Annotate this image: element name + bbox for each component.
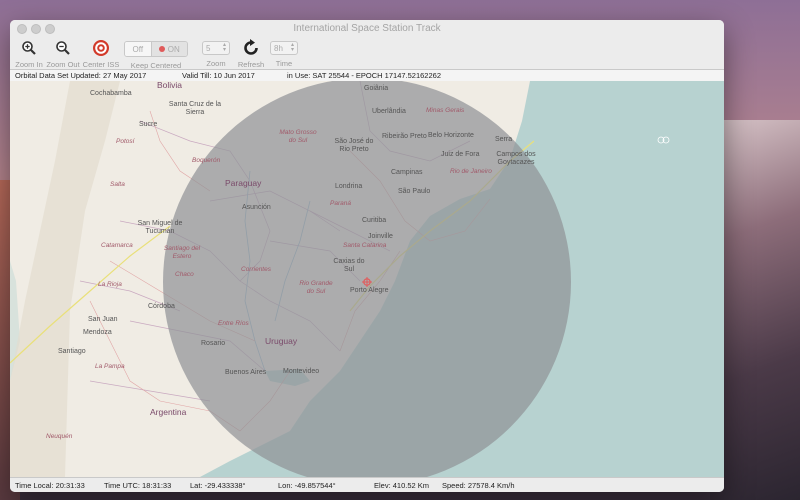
keep-centered-off[interactable]: Off <box>125 42 151 56</box>
target-icon <box>93 40 109 56</box>
city-label: Campos dos Goytacazes <box>496 151 536 166</box>
valid-till: Valid Till: 10 Jun 2017 <box>182 71 255 80</box>
city-label: Serra <box>495 136 513 143</box>
city-label: Curitiba <box>362 217 387 224</box>
zoom-label: Zoom <box>206 59 226 68</box>
keep-centered-control: Off ON Keep Centered <box>124 38 188 70</box>
country-label: Argentina <box>150 407 187 417</box>
region-label: Entre Ríos <box>218 320 249 327</box>
map-view[interactable]: Bolivia Paraguay Uruguay Argentina Cocha… <box>10 81 724 477</box>
city-label: Montevideo <box>283 368 320 375</box>
region-label: La Pampa <box>95 363 125 370</box>
city-label: Sucre <box>139 121 158 128</box>
city-label: Córdoba <box>148 303 175 310</box>
window-title: International Space Station Track <box>293 23 441 34</box>
country-label: Bolivia <box>157 81 183 90</box>
city-label: Santiago <box>58 348 86 355</box>
city-label: Londrina <box>335 183 363 190</box>
stepper-arrows-icon: ▴ ▾ <box>290 42 294 53</box>
zoom-in-icon <box>22 41 36 55</box>
region-label: Potosí <box>116 138 135 145</box>
zoom-out-label: Zoom Out <box>46 60 80 69</box>
zoom-out-icon <box>56 41 70 55</box>
keep-centered-toggle[interactable]: Off ON <box>124 41 188 57</box>
city-label: Porto Alegre <box>350 287 389 294</box>
keep-centered-on-label: ON <box>167 44 180 54</box>
region-label: Rio Grande do Sul <box>299 280 333 295</box>
city-label: Santa Cruz de la Sierra <box>168 101 222 116</box>
satellite-in-use: in Use: SAT 25544 - EPOCH 17147.52162262 <box>287 71 441 80</box>
time-value: 8h <box>274 43 283 53</box>
stepper-arrows-icon: ▴ ▾ <box>222 42 226 53</box>
time-label: Time <box>275 59 293 68</box>
time-stepper[interactable]: 8h ▴ ▾ <box>270 41 298 55</box>
city-label: Buenos Aires <box>225 369 267 376</box>
country-label: Uruguay <box>265 336 298 346</box>
toolbar: Zoom In Zoom Out Center ISS Off ON Keep … <box>10 38 724 70</box>
zoom-in-button[interactable]: Zoom In <box>14 38 44 69</box>
keep-centered-on[interactable]: ON <box>150 42 187 56</box>
region-label: Chaco <box>175 271 194 278</box>
city-label: Caxias do Sul <box>333 258 365 273</box>
app-window: International Space Station Track Zoom I… <box>10 20 724 492</box>
region-label: Boquerón <box>192 157 221 164</box>
region-label: Corrientes <box>241 266 271 273</box>
title-bar[interactable]: International Space Station Track <box>10 20 724 38</box>
center-iss-button[interactable]: Center ISS <box>82 38 120 69</box>
city-label: Goiânia <box>364 85 389 92</box>
zoom-stepper[interactable]: 5 ▴ ▾ <box>202 41 230 55</box>
refresh-button[interactable]: Refresh <box>234 38 268 69</box>
refresh-label: Refresh <box>237 60 265 69</box>
speed: Speed: 27578.4 Km/h <box>442 481 515 490</box>
region-label: La Rioja <box>98 281 122 288</box>
time-local: Time Local: 20:31:33 <box>15 481 85 490</box>
zoom-out-button[interactable]: Zoom Out <box>46 38 80 69</box>
city-label: Uberlândia <box>372 108 406 115</box>
center-iss-label: Center ISS <box>82 60 120 69</box>
city-label: Belo Horizonte <box>428 132 474 139</box>
city-label: Rosario <box>201 340 226 347</box>
region-label: Neuquén <box>46 433 73 440</box>
city-label: Mendoza <box>83 329 112 336</box>
region-label: Minas Gerais <box>426 107 465 114</box>
zoom-in-label: Zoom In <box>15 60 43 69</box>
city-label: Asunción <box>242 204 271 211</box>
city-label: San Miguel de Tucumán <box>137 220 183 235</box>
data-updated: Orbital Data Set Updated: 27 May 2017 <box>15 71 147 80</box>
status-bar: Time Local: 20:31:33 Time UTC: 18:31:33 … <box>10 477 724 492</box>
region-label: Rio de Janeiro <box>450 168 492 175</box>
longitude: Lon: -49.857544° <box>278 481 336 490</box>
city-label: San Juan <box>88 316 118 323</box>
zoom-value: 5 <box>206 43 211 53</box>
region-label: Santiago del Estero <box>163 245 201 260</box>
region-label: Paraná <box>330 200 351 207</box>
region-label: Mato Grosso do Sul <box>279 129 317 144</box>
refresh-icon <box>244 39 258 55</box>
city-label: Joinville <box>368 233 393 240</box>
zoom-level-control: 5 ▴ ▾ Zoom <box>200 38 232 68</box>
region-label: Catamarca <box>101 242 133 249</box>
country-label: Paraguay <box>225 178 262 188</box>
latitude: Lat: -29.433338° <box>190 481 246 490</box>
city-label: Ribeirão Preto <box>382 133 427 140</box>
city-label: Cochabamba <box>90 90 132 97</box>
region-label: Salta <box>110 181 125 188</box>
elevation: Elev: 410.52 Km <box>374 481 430 490</box>
city-label: Juiz de Fora <box>441 151 480 158</box>
time-utc: Time UTC: 18:31:33 <box>104 481 172 490</box>
city-label: São José do Rio Preto <box>334 138 374 153</box>
toggle-indicator-icon <box>158 46 165 52</box>
city-label: Campinas <box>391 169 423 176</box>
region-label: Santa Catarina <box>343 242 387 249</box>
time-control: 8h ▴ ▾ Time <box>268 38 300 68</box>
city-label: São Paulo <box>398 188 431 195</box>
